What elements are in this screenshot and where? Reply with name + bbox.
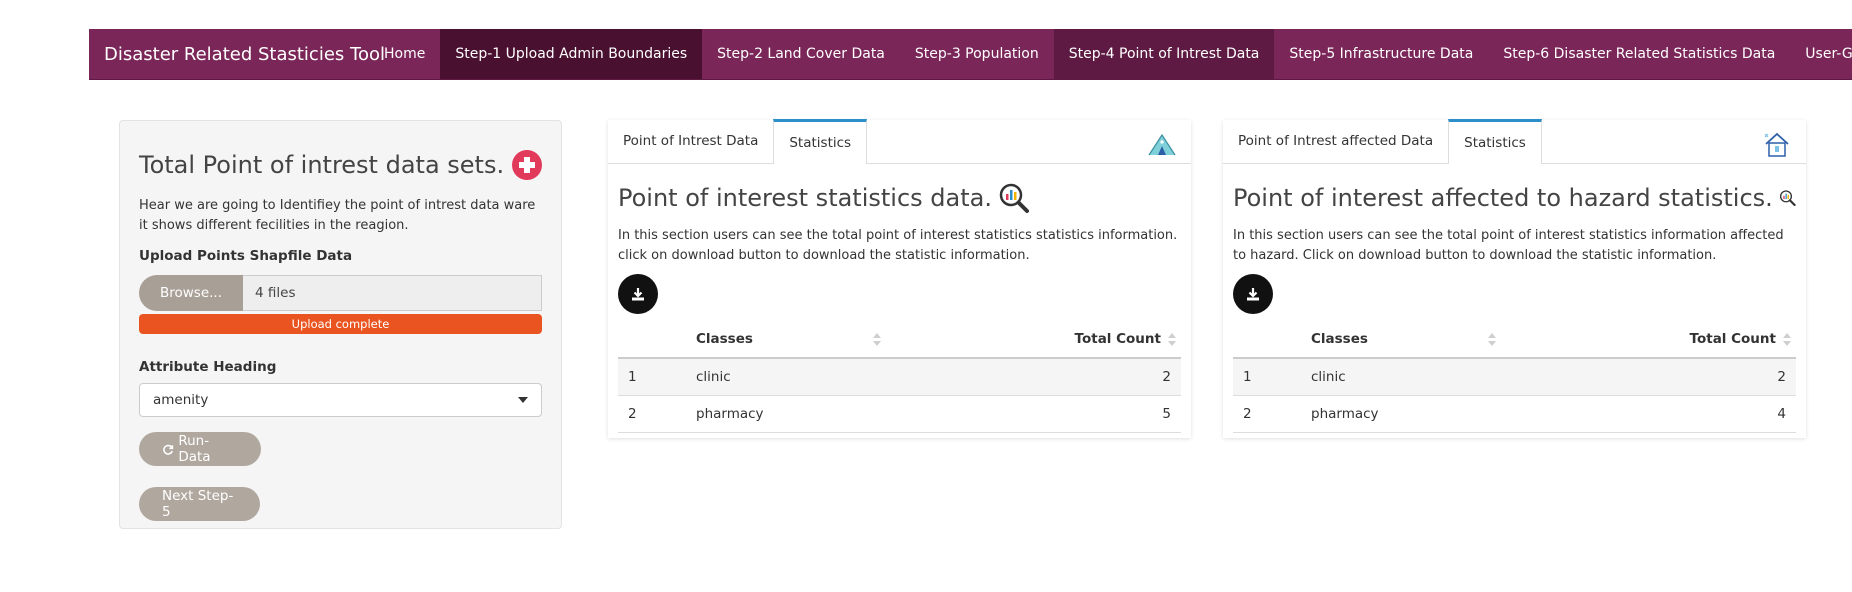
hazard-download-button[interactable]	[1233, 274, 1273, 314]
tab-hazard-statistics[interactable]: Statistics	[1448, 119, 1542, 164]
sidebar-title-row: Total Point of intrest data sets.	[139, 150, 542, 180]
attribute-select-value: amenity	[153, 392, 209, 408]
poi-panel-title-row: Point of interest statistics data.	[618, 182, 1181, 214]
table-row[interactable]: 1 clinic 2	[1233, 358, 1796, 396]
row-count: 2	[1501, 358, 1796, 396]
poi-panel-description: In this section users can see the total …	[618, 228, 1178, 263]
table-header-row: Classes Total Count	[618, 320, 1181, 359]
row-index: 1	[618, 358, 686, 396]
hazard-panel-title-row: Point of interest affected to hazard sta…	[1233, 182, 1796, 214]
next-step-button[interactable]: Next Step-5	[139, 487, 260, 521]
sidebar-title: Total Point of intrest data sets.	[139, 151, 505, 179]
hazard-statistics-table: Classes Total Count 1 clinic 2 2 pharmac…	[1233, 320, 1796, 433]
row-class: clinic	[1301, 358, 1501, 396]
nav-step-4[interactable]: Step-4 Point of Intrest Data	[1053, 29, 1275, 79]
download-icon	[632, 288, 644, 301]
file-name-field[interactable]: 4 files	[243, 275, 542, 311]
column-header-classes[interactable]: Classes	[686, 320, 886, 359]
magnifier-chart-icon	[1779, 190, 1796, 207]
row-index: 2	[1233, 395, 1301, 433]
poi-tabs: Point of Intrest Data Statistics	[608, 119, 1191, 164]
nav-home[interactable]: Home	[369, 29, 440, 79]
hazard-tabs: Point of Intrest affected Data Statistic…	[1223, 119, 1806, 164]
poi-download-button[interactable]	[618, 274, 658, 314]
upload-label: Upload Points Shapfile Data	[139, 248, 353, 264]
nav-step-5[interactable]: Step-5 Infrastructure Data	[1274, 29, 1488, 79]
sort-icon	[1168, 333, 1176, 347]
column-header-classes[interactable]: Classes	[1301, 320, 1501, 359]
row-count: 2	[886, 358, 1181, 396]
hazard-panel-title: Point of interest affected to hazard sta…	[1233, 184, 1773, 212]
sidebar-panel: Total Point of intrest data sets. Hear w…	[119, 120, 562, 529]
hazard-statistics-panel: Point of Intrest affected Data Statistic…	[1223, 119, 1806, 438]
attribute-label: Attribute Heading	[139, 359, 277, 375]
caret-down-icon	[518, 397, 528, 403]
tab-poi-affected-data[interactable]: Point of Intrest affected Data	[1223, 119, 1448, 163]
column-header-classes-label: Classes	[696, 330, 753, 347]
sort-icon	[873, 333, 881, 347]
row-class: clinic	[686, 358, 886, 396]
column-header-index	[618, 320, 686, 359]
upload-progress-bar: Upload complete	[139, 314, 542, 334]
poi-panel-title: Point of interest statistics data.	[618, 184, 992, 212]
nav-user-guide[interactable]: User-Guide	[1790, 29, 1852, 79]
table-row[interactable]: 1 clinic 2	[618, 358, 1181, 396]
refresh-icon	[163, 444, 174, 455]
column-header-total-count-label: Total Count	[1689, 330, 1776, 347]
tab-poi-statistics[interactable]: Statistics	[773, 119, 868, 164]
brand-title[interactable]: Disaster Related Stasticies Tool	[89, 29, 385, 79]
download-icon	[1247, 288, 1259, 301]
table-row[interactable]: 2 pharmacy 4	[1233, 395, 1796, 433]
poi-statistics-table: Classes Total Count 1 clinic 2 2 pharmac…	[618, 320, 1181, 433]
table-row[interactable]: 2 pharmacy 5	[618, 395, 1181, 433]
column-header-total-count-label: Total Count	[1074, 330, 1161, 347]
nav-step-3[interactable]: Step-3 Population	[900, 29, 1054, 79]
browse-button[interactable]: Browse...	[139, 275, 243, 311]
nav-step-1[interactable]: Step-1 Upload Admin Boundaries	[440, 29, 703, 79]
run-data-label: Run-Data	[178, 433, 211, 465]
attribute-select[interactable]: amenity	[139, 383, 542, 417]
hazard-panel-description: In this section users can see the total …	[1233, 228, 1784, 263]
row-index: 2	[618, 395, 686, 433]
tent-icon	[1148, 133, 1176, 156]
house-icon	[1764, 132, 1789, 157]
column-header-total-count[interactable]: Total Count	[886, 320, 1181, 359]
column-header-index	[1233, 320, 1301, 359]
file-upload-input: Browse... 4 files	[139, 275, 542, 311]
row-class: pharmacy	[686, 395, 886, 433]
row-count: 5	[886, 395, 1181, 433]
run-data-button[interactable]: Run-Data	[139, 432, 261, 466]
sort-icon	[1783, 333, 1791, 347]
table-header-row: Classes Total Count	[1233, 320, 1796, 359]
navbar: Disaster Related Stasticies Tool Home St…	[89, 29, 1852, 80]
nav-step-6[interactable]: Step-6 Disaster Related Statistics Data	[1488, 29, 1790, 79]
sort-icon	[1488, 333, 1496, 347]
row-index: 1	[1233, 358, 1301, 396]
magnifier-chart-icon	[999, 183, 1029, 213]
tab-poi-data[interactable]: Point of Intrest Data	[608, 119, 773, 163]
row-count: 4	[1501, 395, 1796, 433]
poi-statistics-panel: Point of Intrest Data Statistics Point o…	[608, 119, 1191, 438]
sidebar-description: Hear we are going to Identifiey the poin…	[139, 198, 536, 233]
plus-icon	[512, 150, 542, 180]
column-header-total-count[interactable]: Total Count	[1501, 320, 1796, 359]
column-header-classes-label: Classes	[1311, 330, 1368, 347]
nav-step-2[interactable]: Step-2 Land Cover Data	[702, 29, 900, 79]
row-class: pharmacy	[1301, 395, 1501, 433]
